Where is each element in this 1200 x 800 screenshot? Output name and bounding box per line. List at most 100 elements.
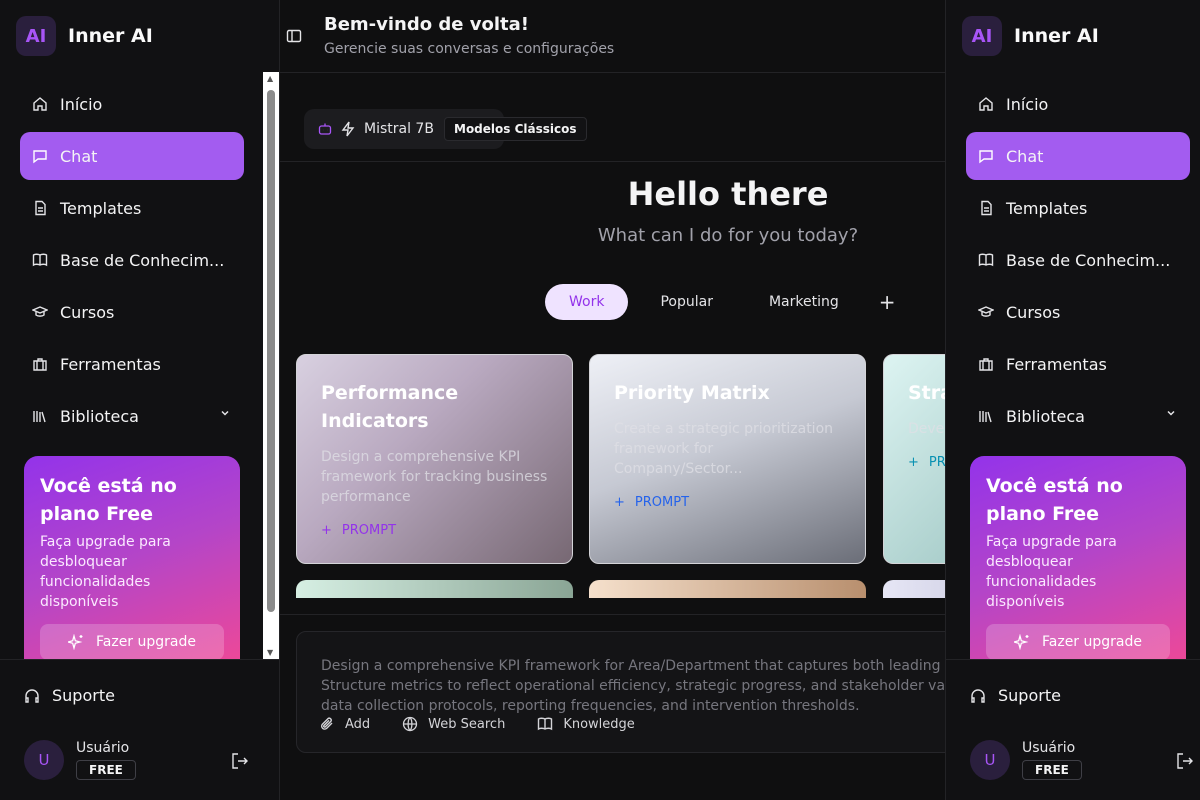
sidebar-item-ferramentas[interactable]: Ferramentas xyxy=(966,340,1190,388)
sidebar-item-label: Cursos xyxy=(60,302,115,322)
promo-title: Você está no plano Free xyxy=(40,475,177,525)
user-name: Usuário xyxy=(1022,740,1076,756)
sidebar-item-label: Base de Conhecim... xyxy=(1006,250,1171,270)
sidebar-nav: Início Chat Templates Base de Conhecim..… xyxy=(966,80,1190,444)
scroll-down-icon[interactable]: ▼ xyxy=(267,648,273,657)
sidebar-item-biblioteca[interactable]: Biblioteca xyxy=(966,392,1190,440)
avatar: U xyxy=(24,740,64,780)
sidebar-left: AI Inner AI Início Chat Templates Base d… xyxy=(0,0,280,800)
sidebar-item-cursos[interactable]: Cursos xyxy=(20,288,244,336)
sidebar-item-label: Templates xyxy=(60,198,142,218)
sidebar-item-label: Ferramentas xyxy=(1006,354,1107,374)
web-search-button[interactable]: Web Search xyxy=(402,716,505,732)
promo-title: Você está no plano Free xyxy=(986,475,1123,525)
headset-icon xyxy=(970,688,986,704)
scrollbar[interactable]: ▲ ▼ xyxy=(263,72,279,659)
brand[interactable]: AI Inner AI xyxy=(962,16,1099,56)
book-icon xyxy=(537,716,553,732)
user-profile[interactable]: U Usuário FREE xyxy=(24,740,136,780)
brand-logo: AI xyxy=(962,16,1002,56)
logout-icon[interactable] xyxy=(1176,752,1194,770)
template-card[interactable]: Performance Indicators Design a comprehe… xyxy=(296,354,573,564)
prompt-button[interactable]: + PR xyxy=(908,455,945,470)
prompt-label: PR xyxy=(928,455,945,470)
tab-marketing[interactable]: Marketing xyxy=(745,284,863,320)
sidebar-item-templates[interactable]: Templates xyxy=(20,184,244,232)
sidebar-item-chat[interactable]: Chat xyxy=(20,132,244,180)
upgrade-button[interactable]: Fazer upgrade xyxy=(986,624,1170,659)
sidebar-item-label: Templates xyxy=(1006,198,1088,218)
brand-name: Inner AI xyxy=(1014,25,1099,47)
headset-icon xyxy=(24,688,40,704)
prompt-button[interactable]: + PROMPT xyxy=(321,523,548,538)
template-card[interactable]: Stra Deve roadm + PR xyxy=(883,354,945,564)
scrollbar-thumb[interactable] xyxy=(267,90,275,612)
card-title: Stra xyxy=(908,382,945,404)
sidebar-item-label: Biblioteca xyxy=(1006,406,1085,426)
brand-logo: AI xyxy=(16,16,56,56)
book-icon xyxy=(978,252,994,268)
logout-icon[interactable] xyxy=(231,752,249,770)
globe-icon xyxy=(402,716,418,732)
knowledge-button[interactable]: Knowledge xyxy=(537,716,635,732)
lightning-icon xyxy=(340,121,356,137)
sidebar-item-inicio[interactable]: Início xyxy=(966,80,1190,128)
support-link[interactable]: Suporte xyxy=(24,686,115,705)
chevron-down-icon[interactable] xyxy=(1166,408,1176,418)
model-name: Mistral 7B xyxy=(364,121,434,137)
support-link[interactable]: Suporte xyxy=(970,686,1061,705)
graduation-cap-icon xyxy=(978,304,994,320)
greeting-title: Hello there xyxy=(627,175,829,213)
sidebar-right: AI Inner AI Início Chat Templates Base d… xyxy=(945,0,1200,800)
document-icon xyxy=(978,200,994,216)
library-icon xyxy=(32,408,48,424)
support-label: Suporte xyxy=(998,686,1061,705)
sidebar-item-base-conhecimento[interactable]: Base de Conhecim... xyxy=(966,236,1190,284)
brand-name: Inner AI xyxy=(68,25,153,47)
upgrade-promo-card: Você está no plano Free Faça upgrade par… xyxy=(970,456,1186,659)
add-tab-icon[interactable]: + xyxy=(879,290,896,314)
upgrade-button[interactable]: Fazer upgrade xyxy=(40,624,224,659)
card-title: Performance Indicators xyxy=(321,382,459,432)
book-icon xyxy=(32,252,48,268)
top-bar: Bem-vindo de volta! Gerencie suas conver… xyxy=(280,0,945,73)
sidebar-item-cursos[interactable]: Cursos xyxy=(966,288,1190,336)
sidebar-item-ferramentas[interactable]: Ferramentas xyxy=(20,340,244,388)
user-profile[interactable]: U Usuário FREE xyxy=(970,740,1082,780)
sidebar-item-templates[interactable]: Templates xyxy=(966,184,1190,232)
plan-badge: FREE xyxy=(76,760,136,780)
message-composer[interactable]: Design a comprehensive KPI framework for… xyxy=(296,631,945,753)
page-title: Bem-vindo de volta! xyxy=(324,14,529,35)
user-name: Usuário xyxy=(76,740,130,756)
sidebar-toggle-icon[interactable] xyxy=(286,28,302,44)
plus-icon: + xyxy=(908,455,919,470)
sidebar-item-biblioteca[interactable]: Biblioteca xyxy=(20,392,244,440)
graduation-cap-icon xyxy=(32,304,48,320)
sparkles-icon xyxy=(68,634,84,650)
brand[interactable]: AI Inner AI xyxy=(16,16,153,56)
sidebar-nav: Início Chat Templates Base de Conhecim..… xyxy=(20,80,244,444)
divider xyxy=(280,161,945,162)
chevron-down-icon[interactable] xyxy=(220,408,230,418)
sidebar-item-base-conhecimento[interactable]: Base de Conhecim... xyxy=(20,236,244,284)
plus-icon: + xyxy=(321,523,332,538)
sidebar-item-inicio[interactable]: Início xyxy=(20,80,244,128)
add-attachment-button[interactable]: Add xyxy=(319,716,370,732)
tab-work[interactable]: Work xyxy=(545,284,629,320)
sidebar-item-label: Início xyxy=(60,94,103,114)
scroll-up-icon[interactable]: ▲ xyxy=(267,74,273,83)
web-search-label: Web Search xyxy=(428,716,506,732)
tab-popular[interactable]: Popular xyxy=(636,284,737,320)
main-content: Bem-vindo de volta! Gerencie suas conver… xyxy=(280,0,945,800)
sidebar-item-label: Ferramentas xyxy=(60,354,161,374)
sidebar-item-label: Chat xyxy=(1006,146,1044,166)
template-card[interactable]: Priority Matrix Create a strategic prior… xyxy=(589,354,866,564)
sidebar-item-chat[interactable]: Chat xyxy=(966,132,1190,180)
prompt-button[interactable]: + PROMPT xyxy=(614,495,841,510)
promo-text: Faça upgrade para desbloquear funcionali… xyxy=(40,534,171,610)
template-tabs: Work Popular Marketing + xyxy=(545,284,896,320)
plus-icon: + xyxy=(614,495,625,510)
composer-actions: Add Web Search Knowledge xyxy=(319,716,635,732)
composer-line: data collection protocols, reporting fre… xyxy=(321,698,860,714)
bot-icon xyxy=(318,122,332,136)
